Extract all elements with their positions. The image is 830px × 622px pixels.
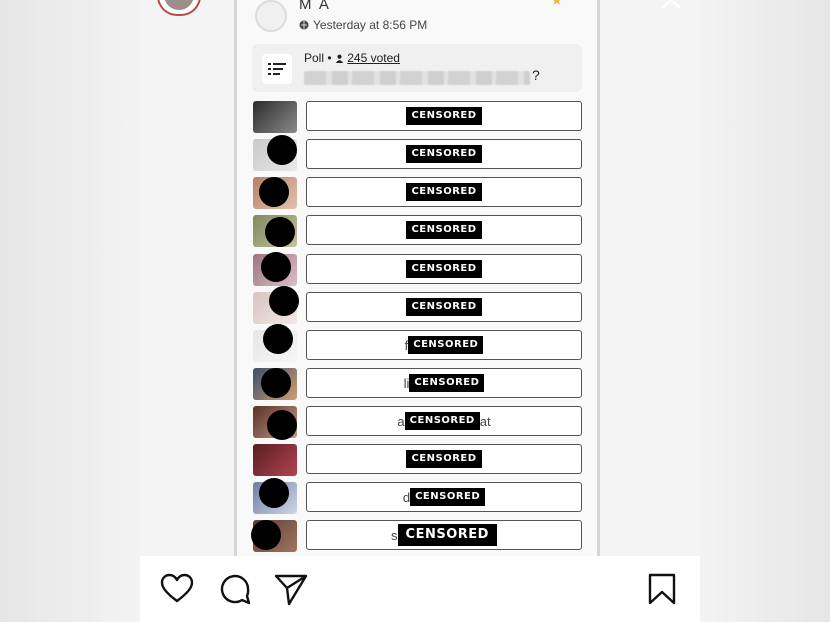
poll-header: Poll • 245 voted ? [252,44,582,92]
redaction-dot [267,135,297,165]
story-author-avatar[interactable] [157,0,201,16]
censored-label: CENSORED [406,298,482,316]
star-icon: ★ [550,0,563,8]
background-left [0,0,140,622]
comment-icon[interactable] [218,572,252,606]
redaction-dot [265,217,295,247]
censored-label: CENSORED [406,107,482,125]
poll-label: Poll [304,51,325,65]
poll-option-button[interactable]: a CENSORED at [306,406,582,436]
censored-label: CENSORED [406,450,482,468]
bookmark-icon[interactable] [645,572,679,606]
poll-option-row[interactable]: a CENSORED at [253,406,583,440]
option-text-start: a [397,413,405,429]
poll-option-button[interactable]: s CENSORED [306,520,582,550]
shared-post-screenshot: M A Yesterday at 8:56 PM ★ Poll • 245 vo… [234,0,600,556]
send-icon[interactable] [274,572,308,606]
close-icon[interactable] [658,0,690,10]
redaction-dot [269,286,299,316]
poll-option-row[interactable]: f CENSORED [253,324,583,362]
poll-question-end: ? [532,67,540,83]
censored-label: CENSORED [404,412,480,430]
voted-count-link[interactable]: 245 voted [347,51,400,65]
post-header: M A Yesterday at 8:56 PM ★ [255,0,585,40]
poll-option-row[interactable]: CENSORED [253,177,583,209]
background-right [700,0,830,622]
censored-label: CENSORED [409,374,485,392]
censored-label: CENSORED [410,488,486,506]
heart-icon[interactable] [160,572,194,606]
censored-label: CENSORED [397,524,497,546]
poll-option-button[interactable]: f CENSORED [306,330,582,360]
redaction-dot [259,478,289,508]
poll-option-button[interactable]: CENSORED [306,292,582,322]
author-name: M A [299,0,331,13]
redaction-dot [267,410,297,440]
post-meta: Yesterday at 8:56 PM [299,18,427,32]
poll-option-button[interactable]: li CENSORED [306,368,582,398]
poll-option-button[interactable]: CENSORED [306,215,582,245]
poll-option-row[interactable]: CENSORED [253,286,583,324]
person-icon [335,54,344,63]
redaction-dot [261,252,291,282]
poll-option-button[interactable]: CENSORED [306,177,582,207]
poll-option-row[interactable]: CENSORED [253,215,583,247]
author-avatar [255,0,287,32]
poll-option-button[interactable]: CENSORED [306,101,582,131]
redaction-dot [259,177,289,207]
poll-option-row[interactable]: li CENSORED [253,368,583,400]
poll-option-row[interactable]: s CENSORED [251,520,583,552]
story-action-bar [140,556,700,622]
censored-label: CENSORED [406,260,482,278]
poll-option-button[interactable]: d CENSORED [306,482,582,512]
poll-option-row[interactable]: CENSORED [253,135,583,171]
redaction-dot [263,324,293,354]
story-viewer: M A Yesterday at 8:56 PM ★ Poll • 245 vo… [140,0,700,622]
poll-option-row[interactable]: d CENSORED [253,478,583,514]
poll-icon [262,54,292,84]
redaction-dot [261,368,291,398]
poll-label-line: Poll • 245 voted [304,51,400,65]
separator-dot: • [327,51,332,65]
poll-option-row[interactable]: CENSORED [253,444,583,476]
globe-icon [299,20,309,30]
option-photo [253,101,297,133]
censored-label: CENSORED [406,145,482,163]
poll-question-blurred [304,71,530,85]
option-text-end: at [479,413,491,429]
poll-option-row[interactable]: CENSORED [253,101,583,133]
poll-option-button[interactable]: CENSORED [306,139,582,169]
list-icon [268,63,286,75]
option-photo [253,444,297,476]
censored-label: CENSORED [408,336,484,354]
poll-option-button[interactable]: CENSORED [306,254,582,284]
option-text-start: d [402,489,411,505]
poll-option-button[interactable]: CENSORED [306,444,582,474]
censored-label: CENSORED [406,221,482,239]
redaction-dot [251,520,281,550]
poll-option-row[interactable]: CENSORED [253,252,583,286]
censored-label: CENSORED [406,183,482,201]
post-timestamp: Yesterday at 8:56 PM [313,18,428,32]
